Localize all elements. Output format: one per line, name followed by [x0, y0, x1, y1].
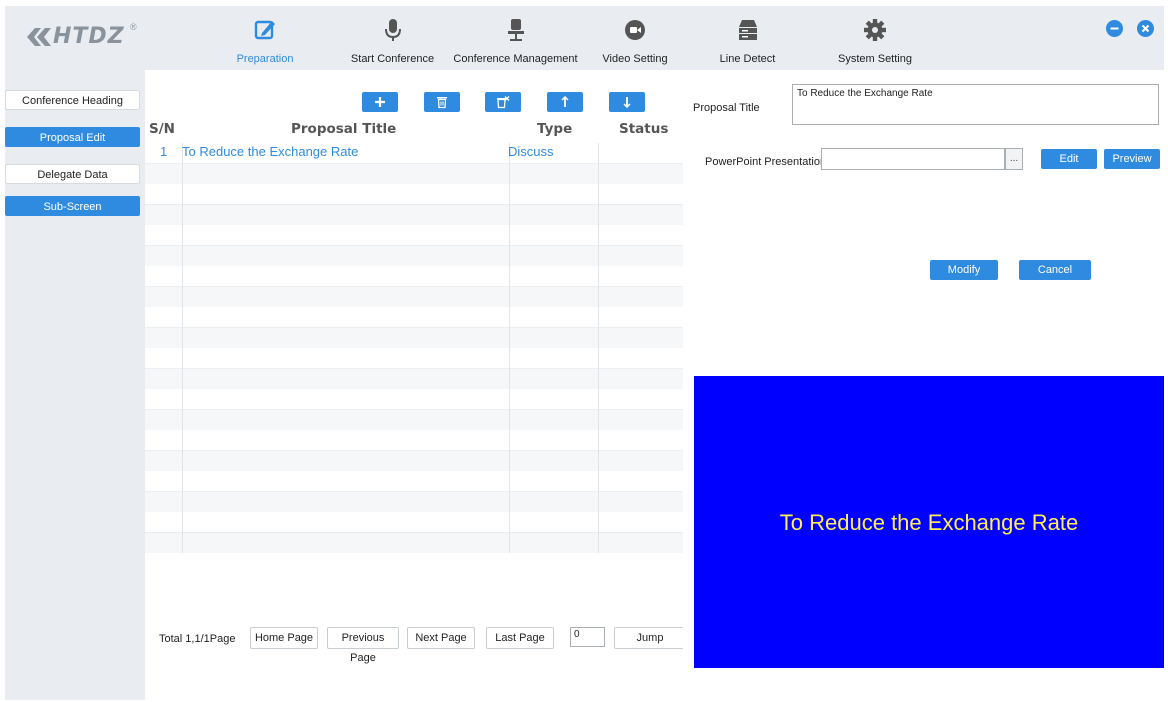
empty-table-row	[145, 409, 683, 430]
app-window: HTDZ ® Preparation Start Conference Conf…	[5, 6, 1164, 700]
empty-table-row	[145, 532, 683, 553]
ppt-label: PowerPoint Presentation	[705, 156, 827, 168]
logo-text: HTDZ	[53, 24, 125, 49]
microphone-icon	[384, 19, 401, 41]
empty-table-row	[145, 430, 683, 450]
top-nav-bar: HTDZ ® Preparation Start Conference Conf…	[5, 6, 1164, 70]
delete-icon	[437, 97, 447, 109]
close-button[interactable]	[1137, 20, 1154, 37]
clear-proposals-button[interactable]	[485, 92, 521, 112]
nav-line-detect[interactable]: Line Detect	[715, 6, 780, 70]
move-up-icon	[561, 96, 569, 107]
column-header-type: Type	[537, 121, 573, 137]
empty-table-row	[145, 245, 683, 266]
move-down-icon	[623, 97, 631, 108]
empty-table-row	[145, 225, 683, 245]
row-title: To Reduce the Exchange Rate	[182, 144, 359, 159]
sidebar-item-sub-screen[interactable]: Sub-Screen	[5, 196, 140, 216]
nav-preparation[interactable]: Preparation	[230, 6, 300, 70]
edit-icon	[254, 20, 275, 40]
edit-button[interactable]: Edit	[1041, 149, 1097, 169]
nav-video-setting[interactable]: Video Setting	[600, 6, 670, 70]
brand-logo: HTDZ ®	[25, 22, 145, 52]
camera-icon	[625, 20, 645, 40]
page-total: Total 1,1/1Page	[159, 633, 236, 645]
sidebar-item-proposal-edit[interactable]: Proposal Edit	[5, 127, 140, 147]
empty-table-row	[145, 471, 683, 491]
column-divider	[182, 143, 183, 553]
column-header-sn: S/N	[149, 121, 175, 137]
proposal-title-input[interactable]: To Reduce the Exchange Rate	[792, 84, 1159, 125]
minimize-icon	[1110, 27, 1119, 30]
nav-system-setting[interactable]: System Setting	[835, 6, 915, 70]
nav-start-conference[interactable]: Start Conference	[345, 6, 440, 70]
nav-conference-management[interactable]: Conference Management	[453, 6, 578, 70]
empty-table-row	[145, 368, 683, 389]
logo-mark-icon	[27, 28, 51, 46]
sidebar-item-delegate-data[interactable]: Delegate Data	[5, 164, 140, 184]
sub-screen-preview: To Reduce the Exchange Rate	[694, 376, 1164, 668]
column-divider	[509, 143, 510, 553]
empty-table-row	[145, 184, 683, 204]
preview-text: To Reduce the Exchange Rate	[779, 510, 1079, 535]
proposal-list-header: S/N Proposal Title Type Status	[145, 119, 683, 141]
close-icon	[1141, 24, 1150, 33]
minimize-button[interactable]	[1106, 20, 1123, 37]
empty-table-row	[145, 204, 683, 225]
proposal-list-panel: S/N Proposal Title Type Status 1 To Redu…	[145, 70, 686, 700]
last-page-button[interactable]: Last Page	[486, 627, 554, 649]
previous-page-button[interactable]: Previous Page	[327, 627, 399, 664]
column-divider	[598, 143, 599, 553]
column-header-title: Proposal Title	[291, 121, 397, 137]
pagination: Total 1,1/1Page Home Page Previous Page …	[145, 627, 690, 664]
sidebar-item-conference-heading[interactable]: Conference Heading	[5, 90, 140, 110]
proposal-editor: Proposal Title To Reduce the Exchange Ra…	[683, 70, 1164, 700]
column-header-status: Status	[619, 121, 669, 137]
table-row[interactable]: 1 To Reduce the Exchange Rate Discuss	[145, 143, 683, 161]
sidebar: Conference Heading Proposal Edit Delegat…	[5, 70, 145, 700]
empty-table-row	[145, 286, 683, 307]
next-page-button[interactable]: Next Page	[407, 627, 475, 649]
empty-table-row	[145, 266, 683, 286]
add-proposal-button[interactable]	[362, 92, 398, 112]
empty-table-row	[145, 163, 683, 184]
jump-button[interactable]: Jump	[614, 627, 686, 649]
gear-icon	[864, 19, 886, 41]
preview-button[interactable]: Preview	[1104, 149, 1160, 169]
empty-table-row	[145, 512, 683, 532]
registered-mark: ®	[130, 22, 137, 32]
empty-table-row	[145, 450, 683, 471]
row-sn: 1	[160, 144, 168, 159]
row-type: Discuss	[508, 144, 554, 159]
proposal-title-label: Proposal Title	[693, 102, 760, 114]
browse-button[interactable]: ...	[1005, 148, 1023, 170]
proposal-table: 1 To Reduce the Exchange Rate Discuss	[145, 143, 683, 553]
empty-table-row	[145, 307, 683, 327]
cancel-button[interactable]: Cancel	[1019, 260, 1091, 280]
add-icon	[375, 97, 385, 107]
clear-icon	[497, 96, 510, 109]
modify-button[interactable]: Modify	[930, 260, 998, 280]
empty-table-row	[145, 491, 683, 512]
home-page-button[interactable]: Home Page	[250, 627, 318, 649]
empty-table-row	[145, 389, 683, 409]
server-icon	[738, 20, 757, 40]
empty-table-row	[145, 327, 683, 348]
ppt-path-input[interactable]	[821, 148, 1005, 170]
page-number-input[interactable]: 0	[570, 627, 605, 647]
move-up-button[interactable]	[547, 92, 583, 112]
empty-table-row	[145, 348, 683, 368]
move-down-button[interactable]	[609, 92, 645, 112]
chair-icon	[507, 19, 524, 41]
delete-proposal-button[interactable]	[424, 92, 460, 112]
